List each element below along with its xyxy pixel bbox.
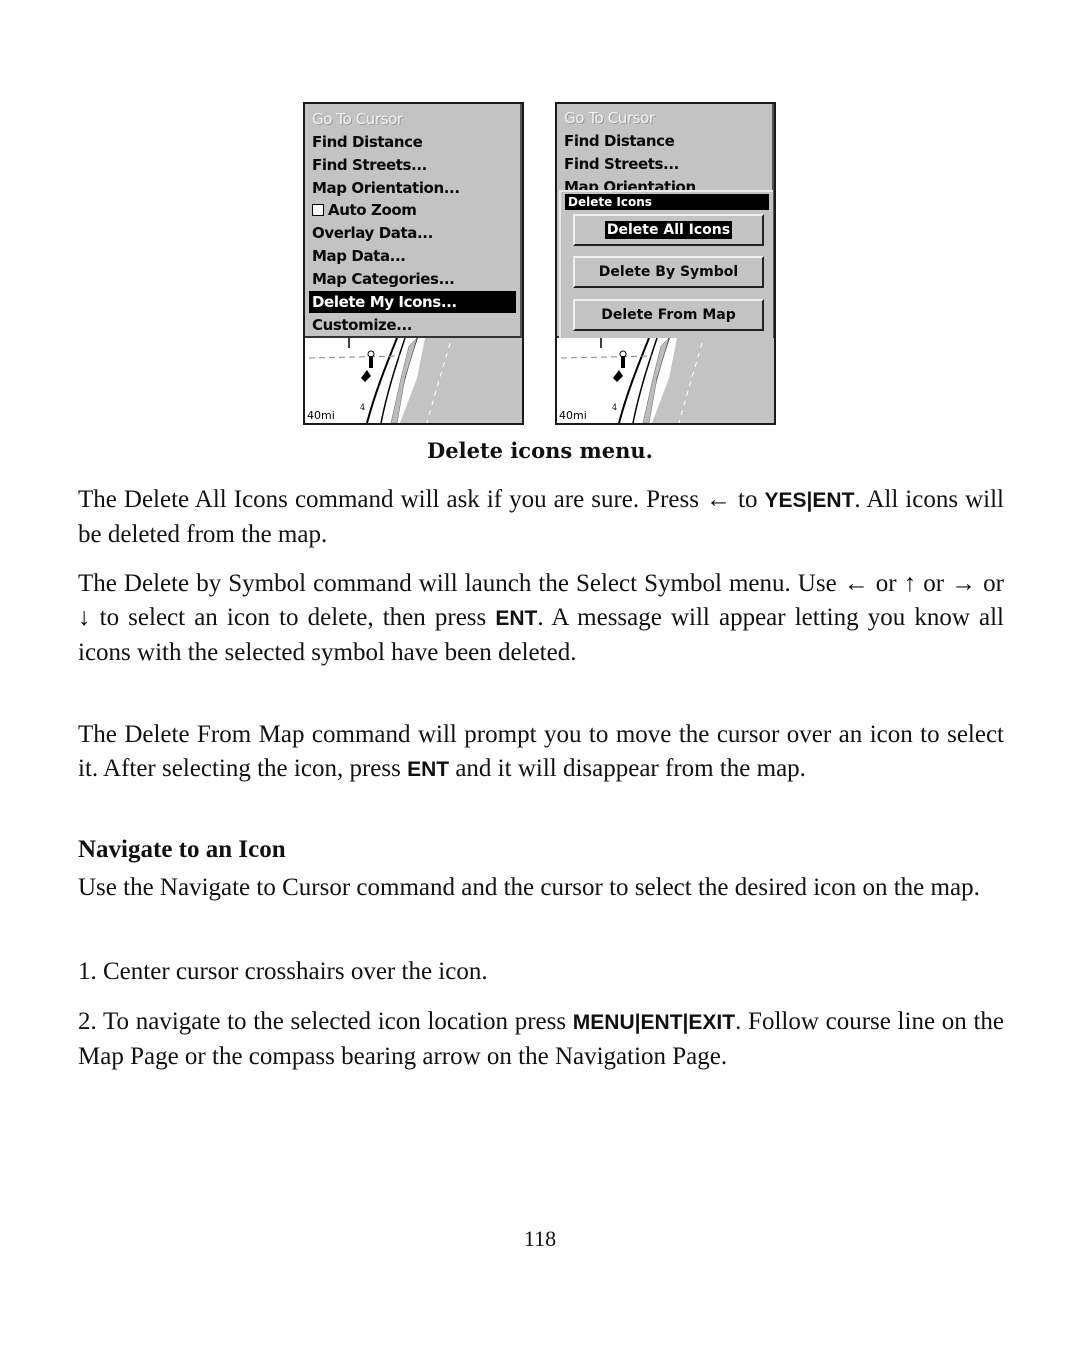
text: to select an icon to delete, then press	[90, 604, 496, 631]
text: or	[868, 570, 904, 597]
text: 2. To navigate to the selected icon loca…	[78, 1008, 573, 1035]
map-menu: Go To Cursor Find Distance Find Streets.…	[305, 104, 522, 338]
map-graphic: 4	[305, 338, 522, 423]
auto-zoom-label: Auto Zoom	[328, 201, 417, 219]
map-view[interactable]: 4 40mi	[557, 338, 774, 423]
menu-item-find-streets[interactable]: Find Streets...	[309, 154, 516, 176]
key-menu: MENU	[572, 1011, 635, 1034]
page-number: 118	[523, 1226, 557, 1251]
paragraph-delete-from-map: The Delete From Map command will prompt …	[78, 718, 1004, 787]
text: to	[730, 486, 765, 513]
svg-text:4: 4	[612, 403, 617, 412]
key-ent: ENT	[407, 758, 450, 781]
step-1: 1. Center cursor crosshairs over the ico…	[78, 958, 488, 985]
key-ent: ENT	[812, 489, 855, 512]
map-scale-label: 40mi	[559, 409, 587, 422]
key-exit: EXIT	[688, 1011, 736, 1034]
paragraph-delete-all-icons: The Delete All Icons command will ask if…	[78, 483, 1004, 552]
auto-zoom-checkbox[interactable]	[312, 204, 324, 216]
menu-item-delete-my-icons[interactable]: Delete My Icons...	[309, 291, 516, 313]
menu-item-auto-zoom[interactable]: Auto Zoom	[309, 199, 516, 221]
key-yes: YES	[764, 489, 807, 512]
paragraph-navigate-intro: Use the Navigate to Cursor command and t…	[78, 874, 980, 901]
text: and it will disappear from the map.	[449, 755, 806, 782]
dialog-title: Delete Icons	[565, 194, 769, 210]
menu-item-go-to-cursor[interactable]: Go To Cursor	[561, 107, 768, 129]
text: The Delete by Symbol command will launch…	[78, 570, 844, 597]
map-graphic: 4	[557, 338, 774, 423]
left-arrow-icon: ←	[843, 570, 869, 597]
menu-item-map-categories[interactable]: Map Categories...	[309, 268, 516, 290]
menu-item-map-data[interactable]: Map Data...	[309, 245, 516, 267]
right-arrow-icon: →	[951, 570, 977, 597]
key-ent: ENT	[495, 607, 538, 630]
right-device-screenshot: Go To Cursor Find Distance Find Streets.…	[555, 102, 776, 425]
step-2: 2. To navigate to the selected icon loca…	[78, 1005, 1004, 1074]
menu-item-find-streets[interactable]: Find Streets...	[561, 153, 768, 175]
svg-text:4: 4	[360, 403, 365, 412]
delete-from-map-button[interactable]: Delete From Map	[573, 299, 764, 331]
delete-icons-dialog: Delete Icons Delete All Icons Delete By …	[559, 190, 773, 338]
key-ent: ENT	[640, 1011, 683, 1034]
text: or	[976, 570, 1005, 597]
menu-item-find-distance[interactable]: Find Distance	[309, 131, 516, 153]
up-arrow-icon: ↑	[903, 570, 917, 597]
section-heading: Navigate to an Icon	[78, 836, 286, 863]
left-device-screenshot: Go To Cursor Find Distance Find Streets.…	[303, 102, 524, 425]
text: or	[916, 570, 952, 597]
down-arrow-icon: ↓	[78, 604, 91, 631]
menu-item-overlay-data[interactable]: Overlay Data...	[309, 222, 516, 244]
delete-all-icons-label: Delete All Icons	[604, 221, 733, 239]
menu-item-go-to-cursor[interactable]: Go To Cursor	[309, 108, 516, 130]
menu-item-find-distance[interactable]: Find Distance	[561, 130, 768, 152]
delete-all-icons-button[interactable]: Delete All Icons	[573, 214, 764, 246]
map-scale-label: 40mi	[307, 409, 335, 422]
map-menu: Go To Cursor Find Distance Find Streets.…	[557, 104, 774, 338]
delete-by-symbol-button[interactable]: Delete By Symbol	[573, 256, 764, 288]
map-view[interactable]: 4 40mi	[305, 338, 522, 423]
menu-item-map-orientation[interactable]: Map Orientation...	[309, 177, 516, 199]
paragraph-delete-by-symbol: The Delete by Symbol command will launch…	[78, 567, 1004, 670]
left-arrow-icon: ←	[705, 486, 731, 513]
figure-caption: Delete icons menu.	[427, 438, 653, 463]
menu-item-customize[interactable]: Customize...	[309, 314, 516, 336]
text: The Delete All Icons command will ask if…	[78, 486, 706, 513]
